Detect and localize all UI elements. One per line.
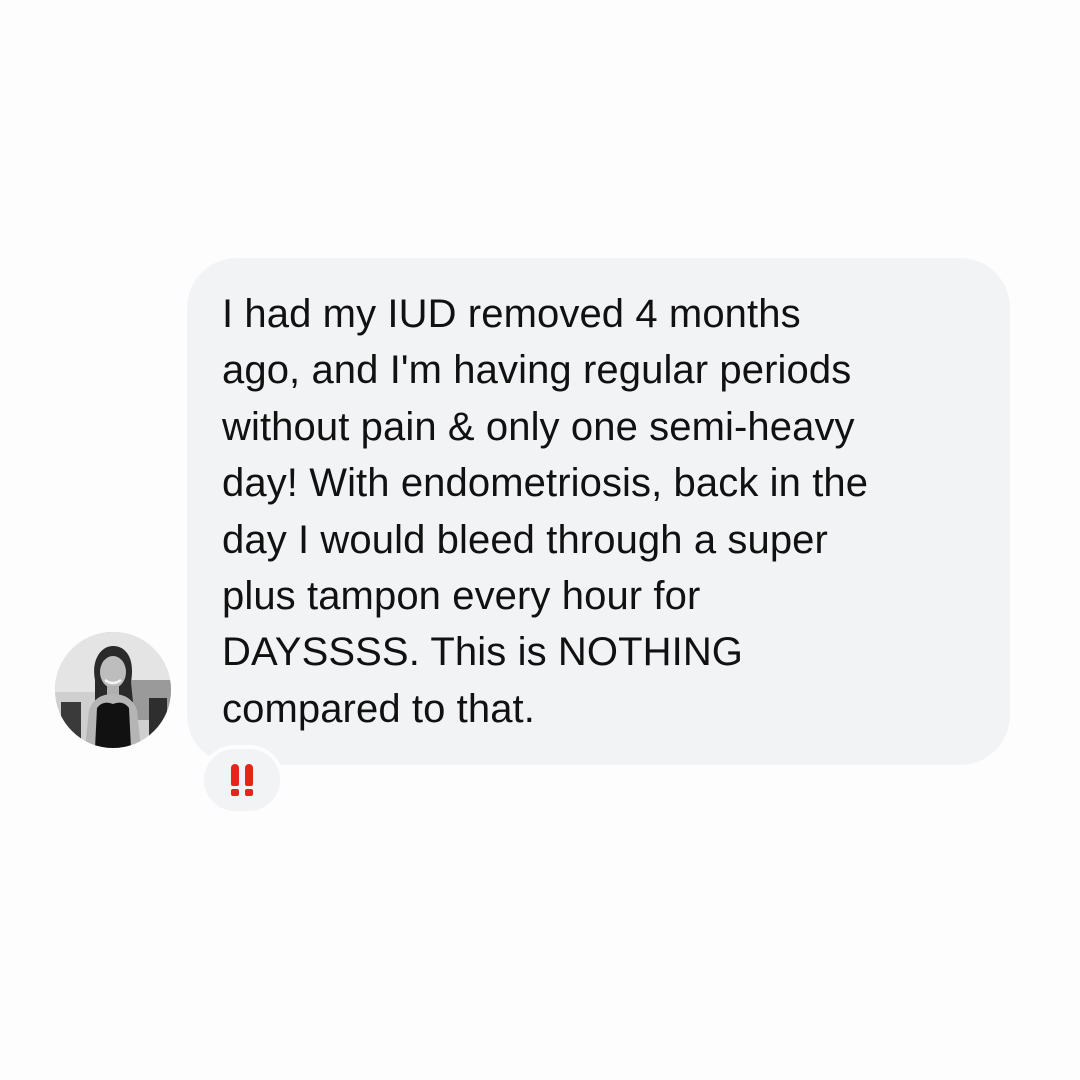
message-line: compared to that. — [222, 686, 535, 731]
sender-avatar[interactable] — [55, 632, 171, 748]
double-exclamation-icon — [231, 764, 253, 796]
exclamation-mark — [231, 764, 239, 796]
reaction-badge[interactable] — [200, 745, 284, 815]
message-row: I had my IUD removed 4 months ago, and I… — [0, 0, 1080, 1080]
message-line: plus tampon every hour for — [222, 574, 701, 619]
profile-photo-icon — [55, 632, 171, 748]
message-line: day I would bleed through a super — [222, 517, 828, 562]
message-line: I had my IUD removed 4 months — [222, 292, 801, 336]
message-line: ago, and I'm having regular periods — [222, 348, 852, 393]
message-line: DAYSSSS. This is NOTHING — [222, 630, 744, 675]
message-bubble[interactable]: I had my IUD removed 4 months ago, and I… — [187, 258, 1010, 765]
exclamation-mark — [245, 764, 253, 796]
message-line: day! With endometriosis, back in the — [222, 461, 869, 506]
message-line: without pain & only one semi-heavy — [222, 404, 855, 449]
message-text: I had my IUD removed 4 months ago, and I… — [222, 286, 982, 737]
